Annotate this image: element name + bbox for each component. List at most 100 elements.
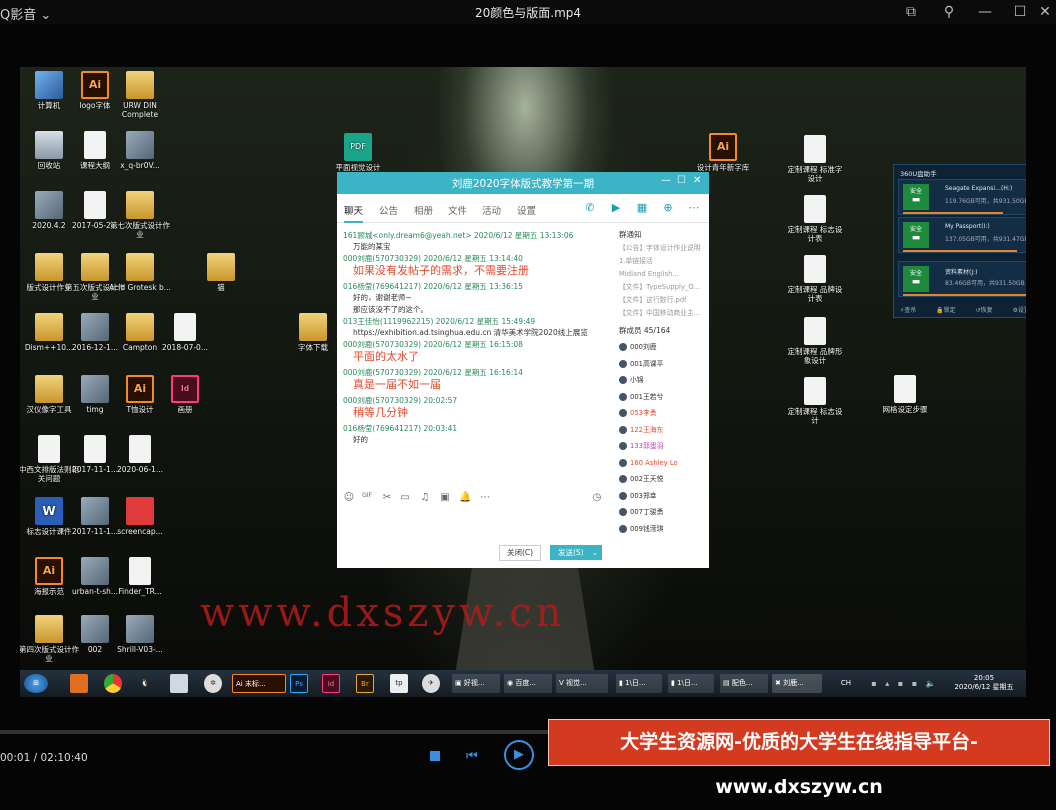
indesign-icon[interactable]: Id <box>322 674 340 693</box>
phone-icon[interactable]: ✆ <box>583 202 597 214</box>
desktop-icon[interactable]: Id 画册 <box>154 375 216 414</box>
desktop-icon[interactable]: 2020-06-1... <box>109 435 171 474</box>
system-tray-icons[interactable]: ▪ ▴ ▪ ▪ 🔈 <box>860 674 950 693</box>
member-item[interactable]: 001高课平 <box>619 359 663 370</box>
member-item[interactable]: 133郭蛋羽 <box>619 441 663 452</box>
desktop-icon[interactable]: x_q-br0V... <box>109 131 171 170</box>
drive-item[interactable]: 安全 ▬ Seagate Expansi…(H:) 119.76GB可用，共931… <box>898 179 1026 215</box>
desktop-icon[interactable]: 字体下载 <box>282 313 344 352</box>
desktop-icon[interactable]: 定制课程 标准字设计 <box>784 135 846 183</box>
message-list[interactable]: 161顾城<only.dream6@yeah.net> 2020/6/12 星期… <box>337 228 607 478</box>
desktop-icon[interactable]: 定制课程 标志设计 <box>784 377 846 425</box>
desktop-icon[interactable]: Shrill-V03-... <box>109 615 171 654</box>
message-header[interactable]: 013王佳怡(1119962215) 2020/6/12 星期五 15:49:4… <box>343 316 535 327</box>
close-chat-button[interactable]: 关闭(C) <box>499 545 541 561</box>
desktop-icon[interactable]: 第七次版式设计作业 <box>109 191 171 239</box>
message-header[interactable]: 000刘鹿(570730329) 20:02:57 <box>343 395 457 406</box>
previous-button[interactable]: ⏮ <box>466 749 478 764</box>
maximize-button[interactable]: ☐ <box>1011 3 1029 21</box>
taskbar-item[interactable]: ▣ 好视... <box>452 674 500 693</box>
member-item[interactable]: 009钱滢琪 <box>619 524 663 535</box>
play-button[interactable]: ▶ <box>504 740 534 770</box>
taskbar-item[interactable]: ▮ 1\日... <box>616 674 662 693</box>
member-item[interactable]: 003郑幸 <box>619 491 657 502</box>
bridge-icon[interactable]: Br <box>356 674 374 693</box>
tab-settings[interactable]: 设置 <box>517 203 536 217</box>
taskbar-item[interactable]: ▮ 1\日... <box>668 674 714 693</box>
member-item[interactable]: 122王海东 <box>619 425 663 436</box>
desktop-icon[interactable]: 定制课程 品牌形象设计 <box>784 317 846 365</box>
member-item[interactable]: 007丁骏勇 <box>619 507 663 518</box>
close-icon[interactable]: ✕ <box>1025 167 1026 176</box>
member-item[interactable]: 001王若兮 <box>619 392 663 403</box>
restore-button[interactable]: ↺恢复 <box>976 305 993 314</box>
desktop-icon[interactable]: 定制课程 品牌设计表 <box>784 255 846 303</box>
member-item[interactable]: 002王天悦 <box>619 474 663 485</box>
add-icon[interactable]: ⊕ <box>661 202 675 214</box>
lock-button[interactable]: 🔒锁定 <box>936 305 956 314</box>
scan-button[interactable]: ⚡查杀 <box>900 305 916 314</box>
taskbar-app-icon[interactable]: ✈ <box>422 674 440 693</box>
start-button[interactable]: ⊞ <box>24 674 48 693</box>
message-header[interactable]: 161顾城<only.dream6@yeah.net> 2020/6/12 星期… <box>343 230 573 241</box>
emoji-icon[interactable]: ☺ <box>343 492 355 504</box>
taskbar-item[interactable]: ▤ 配色... <box>720 674 768 693</box>
screenshot-icon[interactable]: ⧉ <box>902 3 920 21</box>
desktop-icon[interactable]: 定制课程 标志设计表 <box>784 195 846 243</box>
tab-album[interactable]: 相册 <box>414 203 433 217</box>
desktop-icon[interactable]: 网格设定步骤 <box>874 375 936 414</box>
send-button[interactable]: 发送(S) ⌄ <box>550 545 602 560</box>
taskbar-item[interactable]: V 视觉... <box>556 674 608 693</box>
taskbar-app-icon[interactable] <box>70 674 88 693</box>
clock[interactable]: 20:05 2020/6/12 星期五 <box>948 674 1020 693</box>
progress-bar[interactable] <box>0 730 548 734</box>
settings-button[interactable]: ⚙设置 <box>1013 305 1026 314</box>
tab-activity[interactable]: 活动 <box>482 203 501 217</box>
minimize-button[interactable]: — <box>976 3 994 21</box>
minimize-button[interactable]: — <box>661 175 671 186</box>
desktop-icon[interactable]: Finder_TR... <box>109 557 171 596</box>
notice-item[interactable]: 【文件】中国移动商业主... <box>619 308 709 319</box>
photoshop-icon[interactable]: Ps <box>290 674 308 693</box>
desktop-icon[interactable]: Ai 设计青年新字库 <box>692 133 754 172</box>
bell-icon[interactable]: 🔔 <box>459 492 471 504</box>
member-item[interactable]: 160 Ashley Lo <box>619 458 678 469</box>
language-indicator[interactable]: CH <box>838 674 854 693</box>
more-icon[interactable]: ⋯ <box>687 202 701 214</box>
desktop-icon[interactable]: URW DIN Complete <box>109 71 171 119</box>
notice-item[interactable]: 【公告】字体设计作业说明 <box>619 243 709 254</box>
message-header[interactable]: 016杨莹(769641217) 20:03:41 <box>343 423 457 434</box>
close-button[interactable]: ✕ <box>693 175 701 186</box>
video-call-icon[interactable]: ▶ <box>609 202 623 214</box>
chrome-icon[interactable] <box>104 674 122 693</box>
tab-files[interactable]: 文件 <box>448 203 467 217</box>
pin-icon[interactable]: ⚲ <box>940 3 958 21</box>
taskbar-item[interactable]: ◉ 百度... <box>504 674 552 693</box>
desktop-icon[interactable]: Acid Grotesk b... <box>109 253 171 292</box>
tab-chat[interactable]: 聊天 <box>344 203 364 223</box>
maximize-button[interactable]: ☐ <box>677 175 686 186</box>
member-item[interactable]: 小锦 <box>619 375 644 386</box>
scissors-icon[interactable]: ✂ <box>381 492 393 504</box>
desktop-icon[interactable]: PDF 平面视觉设计 <box>327 133 389 172</box>
desktop-icon[interactable]: 2018-07-0... <box>154 313 216 352</box>
image-icon[interactable]: ▣ <box>439 492 451 504</box>
stop-button[interactable] <box>430 751 440 761</box>
drive-item[interactable]: 安全 ▬ 资料素材(J:) 83.46GB可用，共931.50GB <box>898 261 1026 297</box>
screen-share-icon[interactable]: ▦ <box>635 202 649 214</box>
taskbar-app-icon[interactable] <box>170 674 188 693</box>
message-header[interactable]: 000刘鹿(570730329) 2020/6/12 星期五 16:16:14 <box>343 367 523 378</box>
tab-notice[interactable]: 公告 <box>379 203 398 217</box>
message-header[interactable]: 016杨莹(769641217) 2020/6/12 星期五 13:36:15 <box>343 281 523 292</box>
music-icon[interactable]: ♫ <box>419 492 431 504</box>
history-clock-icon[interactable]: ◷ <box>591 492 603 504</box>
more-icon[interactable]: ⋯ <box>479 492 491 504</box>
taskbar-app-icon[interactable]: ✲ <box>204 674 222 693</box>
gif-icon[interactable]: GIF <box>361 492 373 504</box>
message-header[interactable]: 000刘鹿(570730329) 2020/6/12 星期五 16:15:08 <box>343 339 523 350</box>
folder-icon[interactable]: ▭ <box>399 492 411 504</box>
notice-item[interactable]: 1.单链接活 <box>619 256 709 267</box>
taskbar-item[interactable]: ✖ 刘鹿... <box>772 674 822 693</box>
notice-item[interactable]: 【文件】这行数行.pdf <box>619 295 709 306</box>
member-item[interactable]: 053李勇 <box>619 408 657 419</box>
